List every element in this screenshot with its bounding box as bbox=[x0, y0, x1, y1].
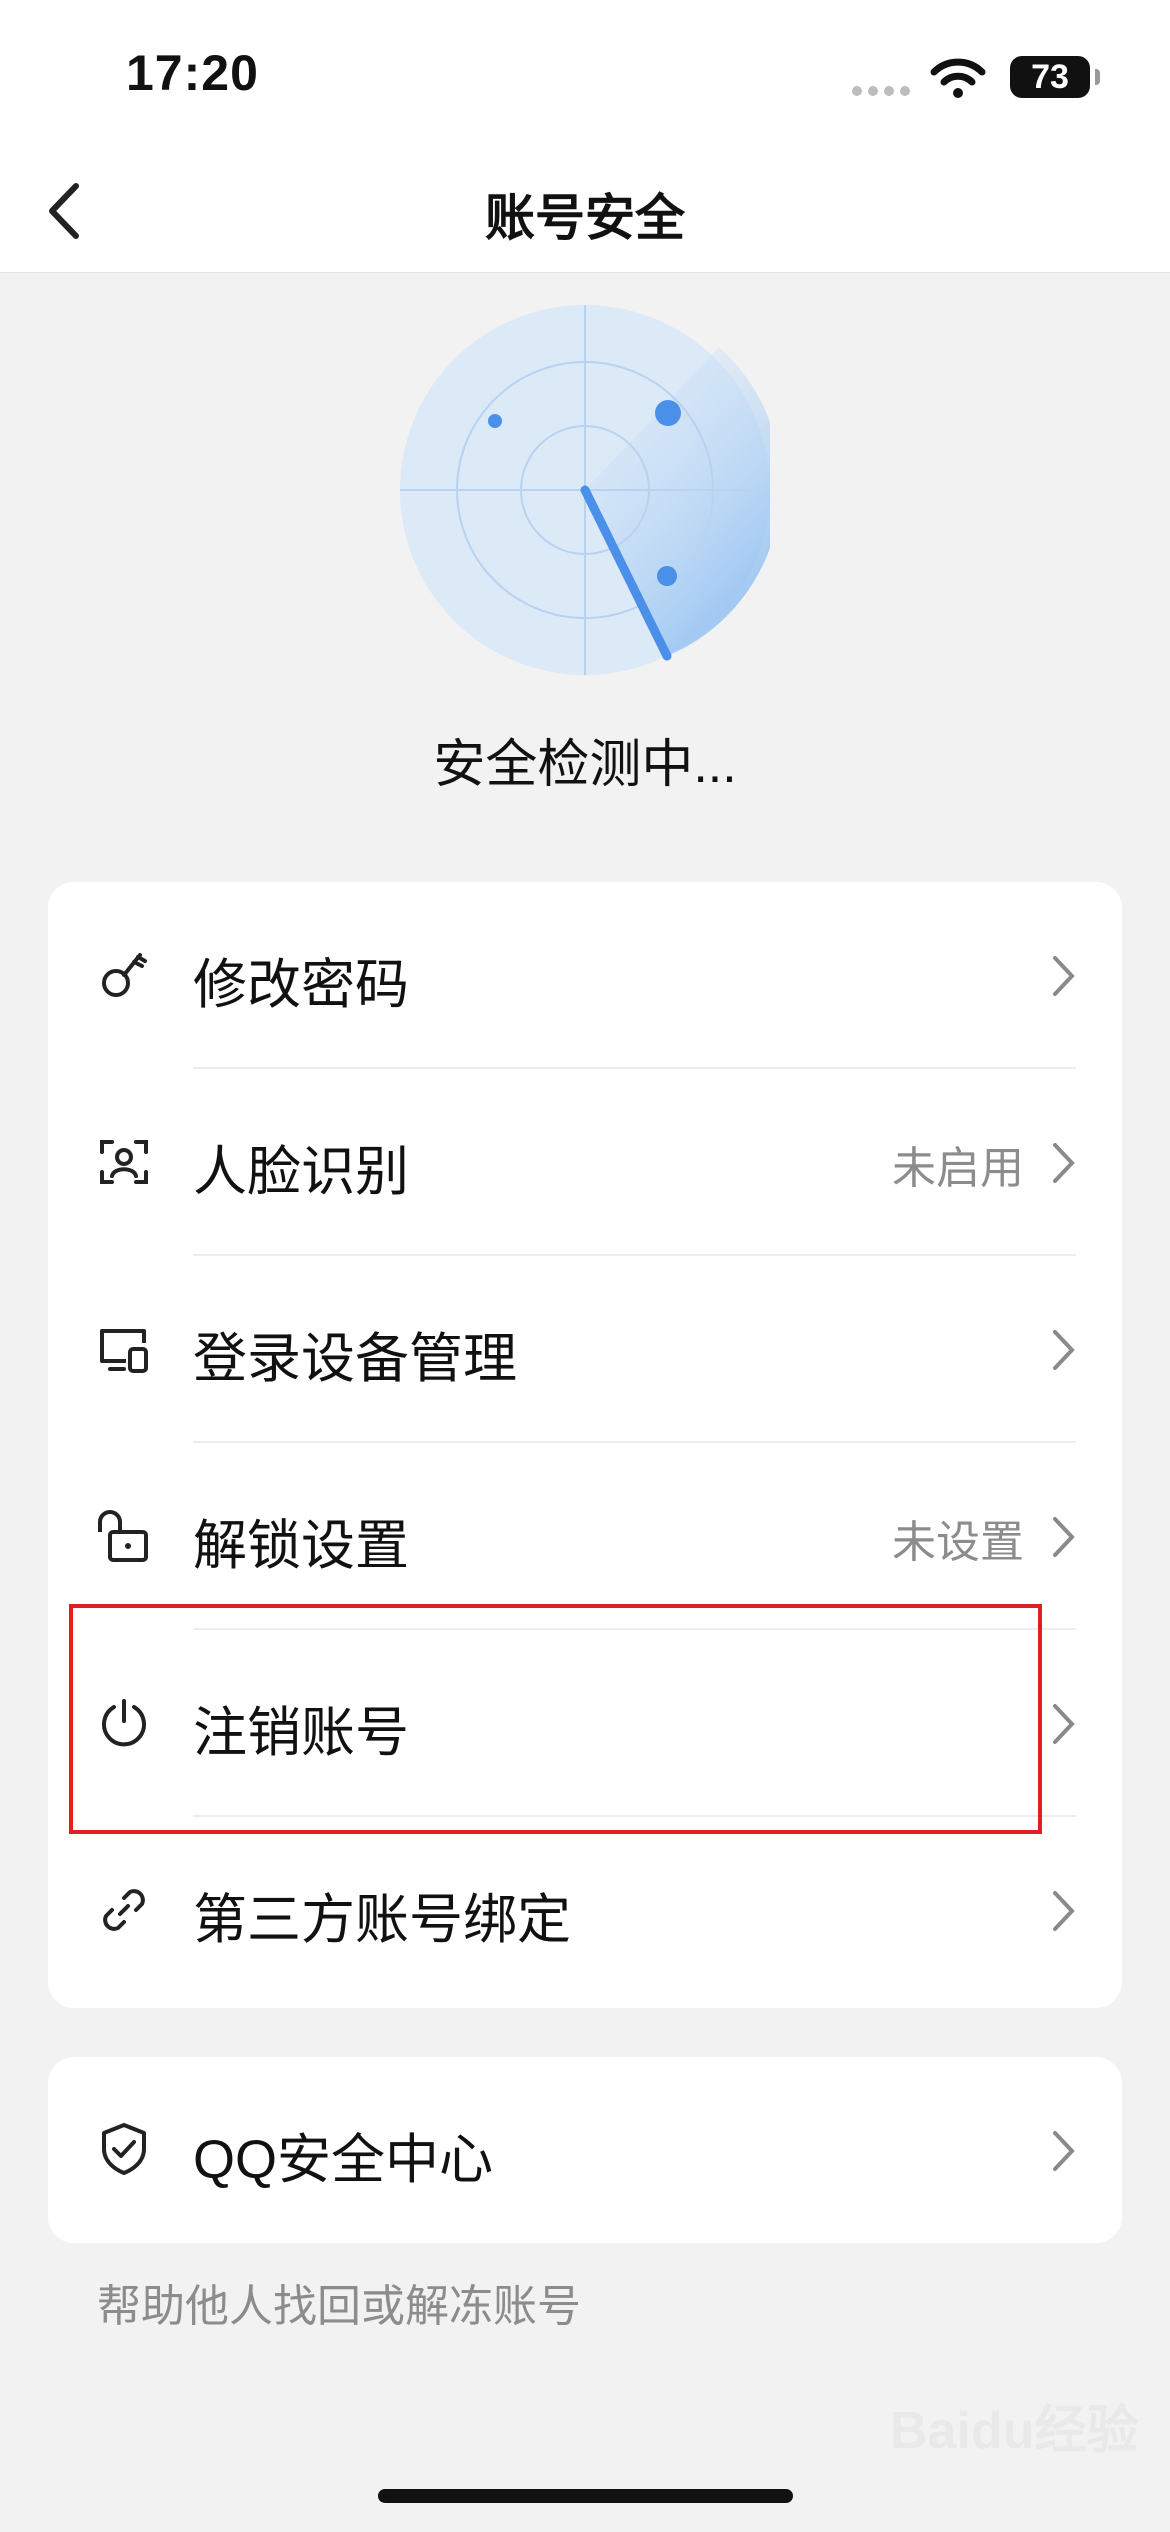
face-recognition-label: 人脸识别 bbox=[193, 1142, 409, 1202]
key-icon bbox=[102, 953, 147, 997]
help-others-link[interactable]: 帮助他人找回或解冻账号 bbox=[97, 2270, 581, 2334]
chevron-right-icon bbox=[1053, 2131, 1075, 2171]
third-party-binding-row[interactable]: 第三方账号绑定 bbox=[48, 1817, 1122, 2004]
unlock-settings-row[interactable]: 解锁设置 未设置 bbox=[48, 1443, 1122, 1630]
home-indicator[interactable] bbox=[378, 2489, 793, 2503]
shield-check-icon bbox=[102, 2123, 146, 2175]
chevron-right-icon bbox=[1053, 956, 1075, 996]
unlock-settings-status: 未设置 bbox=[892, 1518, 1024, 1567]
chevron-right-icon bbox=[1053, 1330, 1075, 1370]
status-time: 17:20 bbox=[126, 45, 259, 101]
face-scan-icon bbox=[100, 1140, 148, 1184]
delete-account-label: 注销账号 bbox=[193, 1703, 409, 1763]
chevron-right-icon bbox=[1053, 1891, 1075, 1931]
qq-security-card: QQ安全中心 bbox=[48, 2057, 1122, 2243]
qq-security-center-row[interactable]: QQ安全中心 bbox=[48, 2057, 1122, 2243]
change-password-row[interactable]: 修改密码 bbox=[48, 882, 1122, 1069]
chevron-right-icon bbox=[1053, 1143, 1075, 1183]
power-icon bbox=[102, 1699, 146, 1747]
security-settings-card: 修改密码 人脸识别 未启用 登录设备管理 解锁设置 未设置 注销账号 第三方账号… bbox=[48, 882, 1122, 2008]
device-management-label: 登录设备管理 bbox=[193, 1329, 517, 1389]
status-bar: 17:20 73 bbox=[0, 0, 1170, 150]
wifi-icon bbox=[930, 58, 986, 98]
change-password-label: 修改密码 bbox=[193, 955, 409, 1015]
devices-icon bbox=[100, 1329, 148, 1373]
unlock-icon bbox=[98, 1510, 148, 1562]
delete-account-row[interactable]: 注销账号 bbox=[48, 1630, 1122, 1817]
qq-security-center-label: QQ安全中心 bbox=[193, 2130, 494, 2190]
nav-bar: 账号安全 bbox=[0, 150, 1170, 273]
chevron-right-icon bbox=[1053, 1704, 1075, 1744]
face-recognition-row[interactable]: 人脸识别 未启用 bbox=[48, 1069, 1122, 1256]
security-scan-radar-icon bbox=[400, 305, 770, 675]
scan-status-text: 安全检测中... bbox=[433, 736, 737, 794]
cellular-signal-icon bbox=[852, 86, 914, 96]
chevron-right-icon bbox=[1053, 1517, 1075, 1557]
unlock-settings-label: 解锁设置 bbox=[193, 1516, 409, 1576]
device-management-row[interactable]: 登录设备管理 bbox=[48, 1256, 1122, 1443]
face-recognition-status: 未启用 bbox=[892, 1144, 1024, 1193]
link-icon bbox=[103, 1889, 145, 1931]
page-title: 账号安全 bbox=[485, 190, 685, 246]
watermark: Baidu经验 bbox=[890, 2402, 1139, 2460]
third-party-binding-label: 第三方账号绑定 bbox=[193, 1890, 571, 1950]
battery-indicator: 73 bbox=[1010, 56, 1100, 98]
